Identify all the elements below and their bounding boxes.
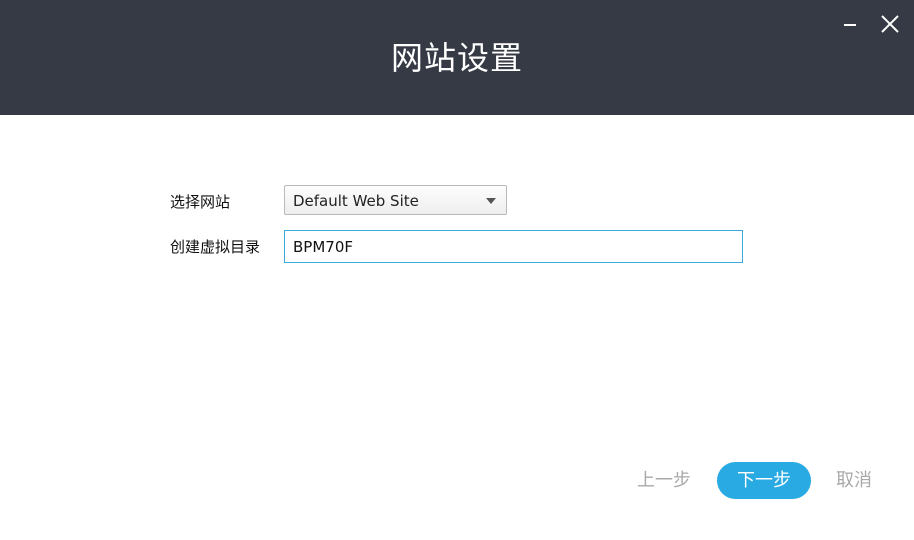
minimize-button[interactable] — [838, 12, 862, 36]
chevron-down-icon — [486, 198, 496, 204]
site-select-value: Default Web Site — [293, 192, 419, 210]
virtual-directory-input[interactable] — [284, 230, 743, 263]
close-icon — [881, 15, 899, 33]
next-button[interactable]: 下一步 — [717, 462, 811, 499]
site-select[interactable]: Default Web Site — [284, 185, 507, 215]
cancel-button[interactable]: 取消 — [836, 469, 872, 493]
title-bar: 网站设置 — [0, 0, 914, 115]
site-label: 选择网站 — [170, 193, 231, 211]
close-button[interactable] — [878, 12, 902, 36]
minimize-icon — [844, 24, 856, 26]
dialog-title: 网站设置 — [390, 39, 523, 77]
virtual-directory-label: 创建虚拟目录 — [170, 238, 261, 256]
previous-button[interactable]: 上一步 — [637, 469, 691, 493]
